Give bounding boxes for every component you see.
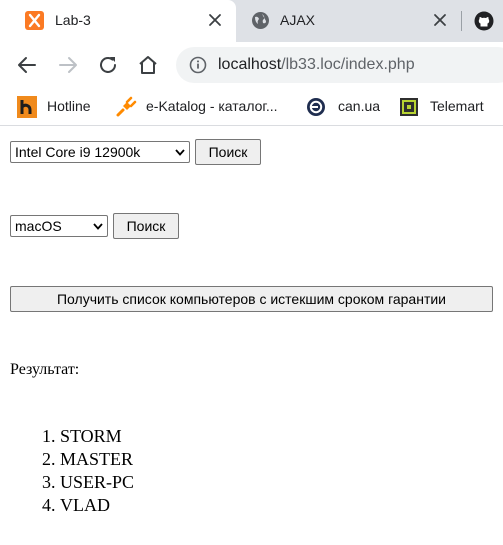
- hotline-icon: [17, 96, 37, 118]
- bookmark-label: Telemart: [430, 98, 484, 114]
- telemart-icon: [400, 98, 418, 116]
- bookmark-e-katalog[interactable]: e-Katalog - каталог...: [115, 95, 293, 119]
- tab-title: AJAX: [280, 12, 316, 28]
- list-item: MASTER: [60, 448, 134, 471]
- cpu-search-button[interactable]: Поиск: [195, 139, 261, 165]
- page-content: Intel Core i9 12900k Поиск macOS Поиск П…: [0, 128, 503, 545]
- list-item: STORM: [60, 425, 134, 448]
- info-icon[interactable]: [189, 56, 207, 74]
- back-arrow-icon[interactable]: [15, 53, 39, 77]
- result-list: STORM MASTER USER-PC VLAD: [10, 425, 134, 517]
- cpu-select[interactable]: Intel Core i9 12900k: [10, 141, 190, 163]
- close-icon[interactable]: [433, 13, 447, 27]
- can-ua-icon: [307, 98, 325, 116]
- tab-title: Lab-3: [55, 12, 91, 28]
- tab-divider: [461, 11, 462, 31]
- reload-icon[interactable]: [96, 53, 120, 77]
- xampp-icon: [25, 11, 44, 30]
- os-search-button[interactable]: Поиск: [113, 213, 179, 239]
- tab-lab-3[interactable]: Lab-3: [0, 0, 236, 42]
- chevron-down-icon: [93, 223, 103, 230]
- result-label: Результат:: [10, 361, 80, 378]
- github-icon[interactable]: [474, 11, 494, 31]
- plug-icon: [116, 96, 137, 117]
- cpu-select-value: Intel Core i9 12900k: [15, 144, 141, 160]
- bookmark-label: can.ua: [338, 98, 381, 114]
- address-bar[interactable]: localhost/lb33.loc/index.php: [176, 47, 503, 83]
- list-item: USER-PC: [60, 471, 134, 494]
- chevron-down-icon: [175, 149, 185, 156]
- url-host: localhost: [218, 56, 282, 73]
- close-icon[interactable]: [208, 13, 222, 27]
- globe-icon: [252, 12, 269, 29]
- list-item: VLAD: [60, 494, 134, 517]
- forward-arrow-icon[interactable]: [56, 53, 80, 77]
- home-icon[interactable]: [136, 53, 160, 77]
- os-select[interactable]: macOS: [10, 215, 108, 237]
- browser-toolbar: localhost/lb33.loc/index.php: [0, 42, 503, 88]
- expired-warranty-button[interactable]: Получить список компьютеров с истекшим с…: [10, 286, 493, 312]
- os-select-value: macOS: [15, 218, 62, 234]
- bookmark-label: Hotline: [47, 98, 91, 114]
- bookmark-telemart[interactable]: Telemart: [399, 95, 499, 119]
- tab-ajax[interactable]: AJAX: [236, 0, 460, 42]
- url-path: /lb33.loc/index.php: [281, 56, 415, 73]
- bookmark-can-ua[interactable]: can.ua: [306, 95, 384, 119]
- bookmark-label: e-Katalog - каталог...: [146, 98, 278, 114]
- url-text: localhost/lb33.loc/index.php: [218, 56, 415, 74]
- tab-strip: Lab-3 AJAX: [0, 0, 503, 42]
- bookmark-hotline[interactable]: Hotline: [17, 95, 99, 119]
- bookmarks-bar: Hotline e-Katalog - каталог... can.ua Te…: [0, 88, 503, 126]
